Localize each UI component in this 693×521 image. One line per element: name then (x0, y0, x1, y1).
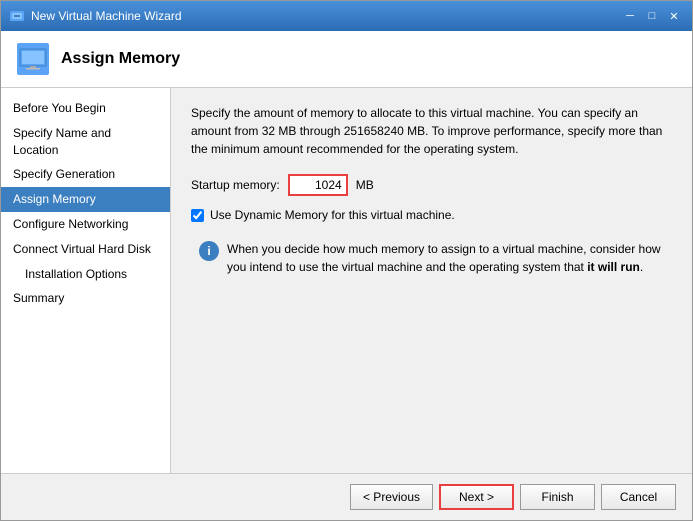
header-vm-icon (17, 43, 49, 75)
description-text: Specify the amount of memory to allocate… (191, 104, 672, 158)
next-button[interactable]: Next > (439, 484, 514, 510)
sidebar: Before You BeginSpecify Name and Locatio… (1, 88, 171, 473)
wizard-header: Assign Memory (1, 31, 692, 88)
previous-button[interactable]: < Previous (350, 484, 433, 510)
info-text: When you decide how much memory to assig… (227, 240, 664, 276)
info-box: i When you decide how much memory to ass… (191, 234, 672, 282)
info-icon: i (199, 241, 219, 261)
sidebar-item-configure-networking[interactable]: Configure Networking (1, 212, 170, 237)
finish-button[interactable]: Finish (520, 484, 595, 510)
sidebar-item-summary[interactable]: Summary (1, 286, 170, 311)
dynamic-memory-label[interactable]: Use Dynamic Memory for this virtual mach… (210, 208, 455, 222)
content-area: Before You BeginSpecify Name and Locatio… (1, 88, 692, 473)
sidebar-item-connect-vhd[interactable]: Connect Virtual Hard Disk (1, 237, 170, 262)
startup-memory-row: Startup memory: MB (191, 174, 672, 196)
sidebar-item-assign-memory[interactable]: Assign Memory (1, 187, 170, 212)
title-bar-left: New Virtual Machine Wizard (9, 8, 182, 24)
cancel-button[interactable]: Cancel (601, 484, 676, 510)
title-bar-controls: ─ □ ✕ (620, 6, 684, 26)
wizard-footer: < Previous Next > Finish Cancel (1, 473, 692, 520)
sidebar-item-before-you-begin[interactable]: Before You Begin (1, 96, 170, 121)
dynamic-memory-row: Use Dynamic Memory for this virtual mach… (191, 208, 672, 222)
info-text-bold: it will run (587, 260, 640, 274)
memory-unit-label: MB (356, 178, 374, 192)
wizard-window: New Virtual Machine Wizard ─ □ ✕ Assign … (0, 0, 693, 521)
wizard-step-title: Assign Memory (61, 50, 180, 68)
close-button[interactable]: ✕ (664, 6, 684, 26)
minimize-button[interactable]: ─ (620, 6, 640, 26)
dynamic-memory-checkbox[interactable] (191, 209, 204, 222)
window-title: New Virtual Machine Wizard (31, 9, 182, 23)
maximize-button[interactable]: □ (642, 6, 662, 26)
sidebar-item-specify-generation[interactable]: Specify Generation (1, 162, 170, 187)
startup-memory-input[interactable] (288, 174, 348, 196)
sidebar-item-installation-options[interactable]: Installation Options (1, 262, 170, 287)
main-content: Specify the amount of memory to allocate… (171, 88, 692, 473)
info-text-part2: . (640, 260, 643, 274)
window-icon (9, 8, 25, 24)
title-bar: New Virtual Machine Wizard ─ □ ✕ (1, 1, 692, 31)
startup-memory-label: Startup memory: (191, 178, 280, 192)
sidebar-item-specify-name[interactable]: Specify Name and Location (1, 121, 170, 163)
